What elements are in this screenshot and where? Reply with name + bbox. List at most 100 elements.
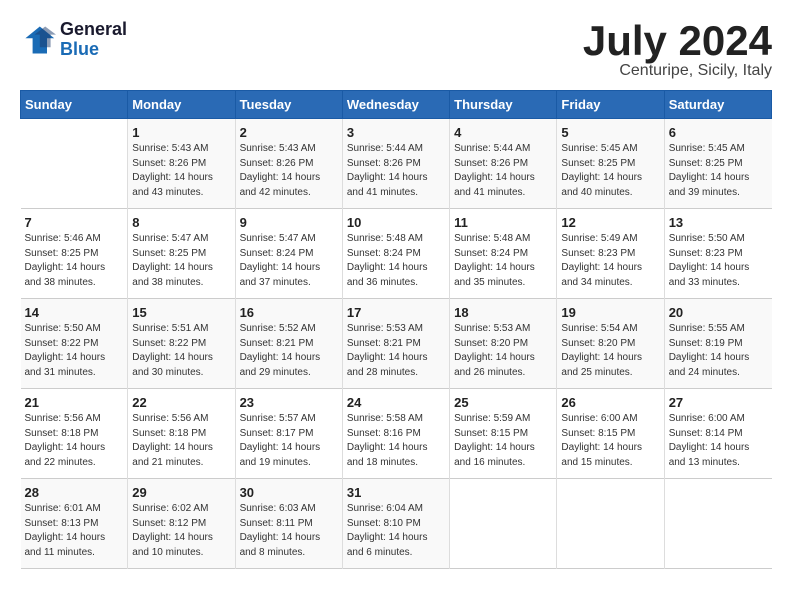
calendar-cell: 8 Sunrise: 5:47 AM Sunset: 8:25 PM Daylig… <box>128 209 235 299</box>
calendar-week-row: 28Sunrise: 6:01 AM Sunset: 8:13 PM Dayli… <box>21 479 772 569</box>
day-info: Sunrise: 5:46 AM Sunset: 8:25 PM Dayligh… <box>25 232 124 290</box>
day-number: 5 <box>561 125 659 140</box>
day-info: Sunrise: 5:45 AM Sunset: 8:25 PM Dayligh… <box>561 142 659 200</box>
calendar-cell: 7Sunrise: 5:46 AM Sunset: 8:25 PM Daylig… <box>21 209 128 299</box>
day-number: 28 <box>25 485 124 500</box>
day-info: Sunrise: 5:43 AM Sunset: 8:26 PM Dayligh… <box>240 142 338 200</box>
calendar-cell <box>557 479 664 569</box>
calendar-cell: 28Sunrise: 6:01 AM Sunset: 8:13 PM Dayli… <box>21 479 128 569</box>
day-number: 14 <box>25 305 124 320</box>
day-number: 29 <box>132 485 230 500</box>
calendar-cell: 26 Sunrise: 6:00 AM Sunset: 8:15 PM Dayli… <box>557 389 664 479</box>
weekday-header: Saturday <box>664 91 771 119</box>
calendar-week-row: 7Sunrise: 5:46 AM Sunset: 8:25 PM Daylig… <box>21 209 772 299</box>
day-info: Sunrise: 6:04 AM Sunset: 8:10 PM Dayligh… <box>347 502 445 560</box>
day-number: 22 <box>132 395 230 410</box>
day-info: Sunrise: 5:45 AM Sunset: 8:25 PM Dayligh… <box>669 142 768 200</box>
weekday-header-row: SundayMondayTuesdayWednesdayThursdayFrid… <box>21 91 772 119</box>
day-info: Sunrise: 5:50 AM Sunset: 8:23 PM Dayligh… <box>669 232 768 290</box>
calendar-cell: 12 Sunrise: 5:49 AM Sunset: 8:23 PM Dayli… <box>557 209 664 299</box>
day-info: Sunrise: 5:51 AM Sunset: 8:22 PM Dayligh… <box>132 322 230 380</box>
calendar-cell <box>664 479 771 569</box>
weekday-header: Monday <box>128 91 235 119</box>
calendar-cell: 4Sunrise: 5:44 AM Sunset: 8:26 PM Daylig… <box>450 119 557 209</box>
logo-general: General <box>60 20 127 40</box>
day-number: 18 <box>454 305 552 320</box>
day-info: Sunrise: 5:53 AM Sunset: 8:21 PM Dayligh… <box>347 322 445 380</box>
calendar-cell: 30Sunrise: 6:03 AM Sunset: 8:11 PM Dayli… <box>235 479 342 569</box>
calendar-week-row: 1 Sunrise: 5:43 AM Sunset: 8:26 PM Daylig… <box>21 119 772 209</box>
calendar-cell: 21 Sunrise: 5:56 AM Sunset: 8:18 PM Dayli… <box>21 389 128 479</box>
day-info: Sunrise: 5:44 AM Sunset: 8:26 PM Dayligh… <box>347 142 445 200</box>
day-info: Sunrise: 5:49 AM Sunset: 8:23 PM Dayligh… <box>561 232 659 290</box>
day-info: Sunrise: 5:43 AM Sunset: 8:26 PM Dayligh… <box>132 142 230 200</box>
day-number: 12 <box>561 215 659 230</box>
day-number: 15 <box>132 305 230 320</box>
logo-icon <box>20 22 56 58</box>
day-info: Sunrise: 5:52 AM Sunset: 8:21 PM Dayligh… <box>240 322 338 380</box>
logo: General Blue <box>20 20 127 60</box>
day-number: 16 <box>240 305 338 320</box>
weekday-header: Sunday <box>21 91 128 119</box>
calendar-cell: 18 Sunrise: 5:53 AM Sunset: 8:20 PM Dayli… <box>450 299 557 389</box>
day-info: Sunrise: 5:59 AM Sunset: 8:15 PM Dayligh… <box>454 412 552 470</box>
day-number: 3 <box>347 125 445 140</box>
day-number: 11 <box>454 215 552 230</box>
day-info: Sunrise: 5:55 AM Sunset: 8:19 PM Dayligh… <box>669 322 768 380</box>
weekday-header: Tuesday <box>235 91 342 119</box>
weekday-header: Friday <box>557 91 664 119</box>
day-info: Sunrise: 5:56 AM Sunset: 8:18 PM Dayligh… <box>132 412 230 470</box>
weekday-header: Thursday <box>450 91 557 119</box>
day-number: 23 <box>240 395 338 410</box>
day-number: 10 <box>347 215 445 230</box>
title-block: July 2024 Centuripe, Sicily, Italy <box>583 20 772 80</box>
day-info: Sunrise: 5:57 AM Sunset: 8:17 PM Dayligh… <box>240 412 338 470</box>
day-number: 31 <box>347 485 445 500</box>
day-number: 8 <box>132 215 230 230</box>
calendar-cell: 27 Sunrise: 6:00 AM Sunset: 8:14 PM Dayli… <box>664 389 771 479</box>
day-info: Sunrise: 5:50 AM Sunset: 8:22 PM Dayligh… <box>25 322 124 380</box>
logo-blue: Blue <box>60 40 127 60</box>
day-info: Sunrise: 5:48 AM Sunset: 8:24 PM Dayligh… <box>347 232 445 290</box>
day-info: Sunrise: 5:47 AM Sunset: 8:25 PM Dayligh… <box>132 232 230 290</box>
day-info: Sunrise: 6:00 AM Sunset: 8:14 PM Dayligh… <box>669 412 768 470</box>
calendar-cell: 11 Sunrise: 5:48 AM Sunset: 8:24 PM Dayli… <box>450 209 557 299</box>
calendar-cell: 3 Sunrise: 5:44 AM Sunset: 8:26 PM Daylig… <box>342 119 449 209</box>
calendar-cell: 1 Sunrise: 5:43 AM Sunset: 8:26 PM Daylig… <box>128 119 235 209</box>
day-info: Sunrise: 5:56 AM Sunset: 8:18 PM Dayligh… <box>25 412 124 470</box>
day-number: 24 <box>347 395 445 410</box>
day-number: 21 <box>25 395 124 410</box>
calendar-cell: 13 Sunrise: 5:50 AM Sunset: 8:23 PM Dayli… <box>664 209 771 299</box>
calendar-cell: 2Sunrise: 5:43 AM Sunset: 8:26 PM Daylig… <box>235 119 342 209</box>
day-info: Sunrise: 5:44 AM Sunset: 8:26 PM Dayligh… <box>454 142 552 200</box>
day-number: 27 <box>669 395 768 410</box>
day-info: Sunrise: 6:03 AM Sunset: 8:11 PM Dayligh… <box>240 502 338 560</box>
day-number: 26 <box>561 395 659 410</box>
day-info: Sunrise: 5:58 AM Sunset: 8:16 PM Dayligh… <box>347 412 445 470</box>
day-number: 9 <box>240 215 338 230</box>
day-number: 6 <box>669 125 768 140</box>
page-header: General Blue July 2024 Centuripe, Sicily… <box>20 20 772 80</box>
calendar-cell <box>21 119 128 209</box>
calendar-cell: 22 Sunrise: 5:56 AM Sunset: 8:18 PM Dayli… <box>128 389 235 479</box>
calendar-cell: 5 Sunrise: 5:45 AM Sunset: 8:25 PM Daylig… <box>557 119 664 209</box>
day-info: Sunrise: 6:00 AM Sunset: 8:15 PM Dayligh… <box>561 412 659 470</box>
calendar-cell: 9Sunrise: 5:47 AM Sunset: 8:24 PM Daylig… <box>235 209 342 299</box>
day-info: Sunrise: 5:54 AM Sunset: 8:20 PM Dayligh… <box>561 322 659 380</box>
day-number: 1 <box>132 125 230 140</box>
calendar-cell: 16 Sunrise: 5:52 AM Sunset: 8:21 PM Dayli… <box>235 299 342 389</box>
calendar-table: SundayMondayTuesdayWednesdayThursdayFrid… <box>20 90 772 569</box>
calendar-cell: 10 Sunrise: 5:48 AM Sunset: 8:24 PM Dayli… <box>342 209 449 299</box>
day-info: Sunrise: 5:48 AM Sunset: 8:24 PM Dayligh… <box>454 232 552 290</box>
calendar-cell: 24 Sunrise: 5:58 AM Sunset: 8:16 PM Dayli… <box>342 389 449 479</box>
calendar-cell: 15 Sunrise: 5:51 AM Sunset: 8:22 PM Dayli… <box>128 299 235 389</box>
month-title: July 2024 <box>583 20 772 62</box>
day-number: 20 <box>669 305 768 320</box>
day-info: Sunrise: 5:53 AM Sunset: 8:20 PM Dayligh… <box>454 322 552 380</box>
calendar-week-row: 14 Sunrise: 5:50 AM Sunset: 8:22 PM Dayli… <box>21 299 772 389</box>
calendar-week-row: 21 Sunrise: 5:56 AM Sunset: 8:18 PM Dayli… <box>21 389 772 479</box>
day-number: 13 <box>669 215 768 230</box>
calendar-cell: 14 Sunrise: 5:50 AM Sunset: 8:22 PM Dayli… <box>21 299 128 389</box>
calendar-cell: 17Sunrise: 5:53 AM Sunset: 8:21 PM Dayli… <box>342 299 449 389</box>
calendar-cell <box>450 479 557 569</box>
